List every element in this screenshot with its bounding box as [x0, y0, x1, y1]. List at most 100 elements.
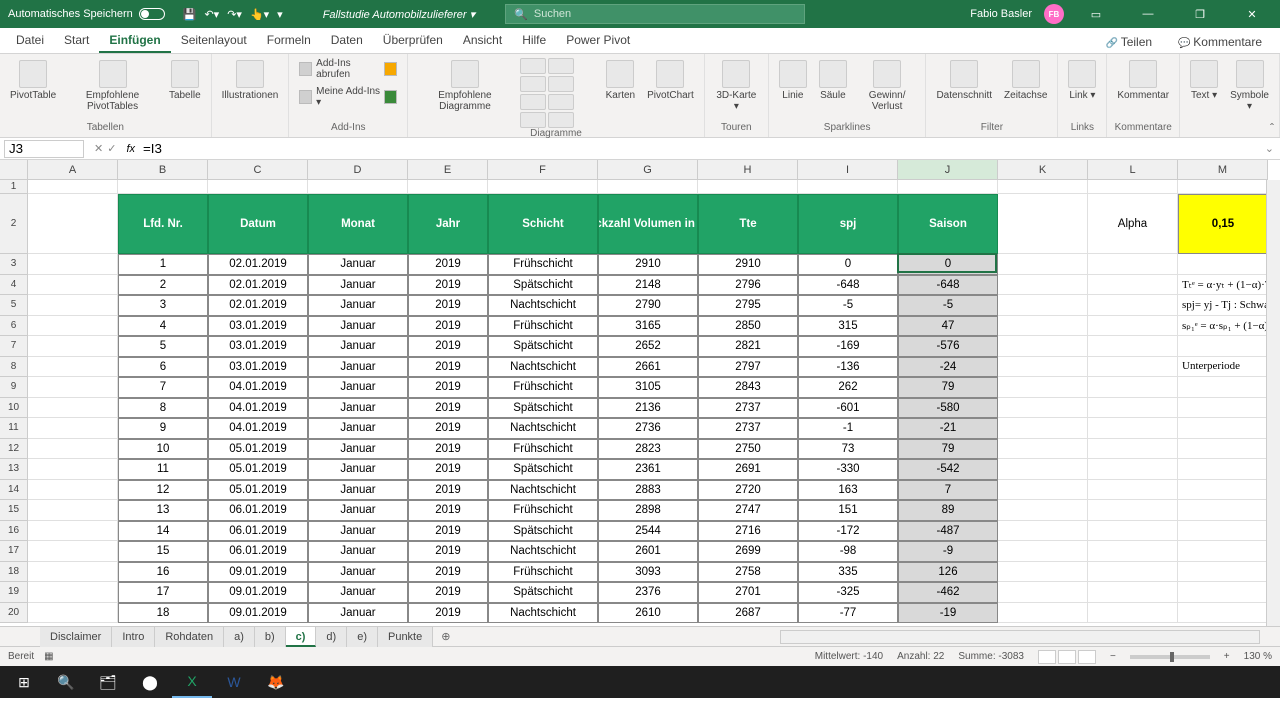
search-box[interactable]: 🔍 Suchen [505, 4, 805, 24]
table-cell[interactable]: Nachtschicht [488, 603, 598, 624]
table-cell[interactable]: 2019 [408, 316, 488, 337]
table-cell[interactable]: Januar [308, 316, 408, 337]
sheet-tab-Rohdaten[interactable]: Rohdaten [155, 627, 224, 647]
row-header-12[interactable]: 12 [0, 439, 28, 460]
tab-datei[interactable]: Datei [6, 29, 54, 53]
add-sheet-button[interactable]: ⊕ [433, 630, 458, 643]
row-header-15[interactable]: 15 [0, 500, 28, 521]
table-cell[interactable]: Spätschicht [488, 582, 598, 603]
table-cell-saison[interactable]: 89 [898, 500, 998, 521]
table-cell[interactable]: 2019 [408, 521, 488, 542]
table-cell[interactable]: 2821 [698, 336, 798, 357]
customize-qat-icon[interactable]: ▾ [277, 8, 283, 21]
table-cell[interactable]: Spätschicht [488, 521, 598, 542]
table-cell[interactable]: Frühschicht [488, 439, 598, 460]
table-cell[interactable]: 2737 [698, 398, 798, 419]
table-cell[interactable]: 2544 [598, 521, 698, 542]
table-cell[interactable]: 1 [118, 254, 208, 275]
table-cell[interactable]: 2720 [698, 480, 798, 501]
zoom-in-icon[interactable]: + [1224, 651, 1230, 662]
table-cell-saison[interactable]: 47 [898, 316, 998, 337]
table-cell[interactable]: 16 [118, 562, 208, 583]
minimize-icon[interactable]: — [1128, 0, 1168, 28]
table-cell[interactable]: 2019 [408, 254, 488, 275]
table-cell[interactable]: 2601 [598, 541, 698, 562]
combo-chart-icon[interactable] [520, 112, 546, 128]
table-cell-saison[interactable]: 79 [898, 439, 998, 460]
table-cell[interactable]: 2910 [598, 254, 698, 275]
table-cell[interactable]: 3093 [598, 562, 698, 583]
table-cell[interactable]: 2795 [698, 295, 798, 316]
table-cell[interactable]: Januar [308, 480, 408, 501]
table-cell[interactable]: 2019 [408, 398, 488, 419]
user-name[interactable]: Fabio Basler [970, 8, 1032, 20]
table-cell[interactable]: Nachtschicht [488, 357, 598, 378]
table-cell[interactable]: 2376 [598, 582, 698, 603]
table-cell[interactable]: 2687 [698, 603, 798, 624]
table-cell-saison[interactable]: -19 [898, 603, 998, 624]
table-cell[interactable]: Nachtschicht [488, 418, 598, 439]
table-cell[interactable]: 11 [118, 459, 208, 480]
table-cell[interactable]: -5 [798, 295, 898, 316]
table-cell[interactable]: 03.01.2019 [208, 316, 308, 337]
table-cell[interactable]: Januar [308, 254, 408, 275]
column-header-E[interactable]: E [408, 160, 488, 180]
table-cell[interactable]: 2823 [598, 439, 698, 460]
sheet-tab-Intro[interactable]: Intro [112, 627, 155, 647]
table-cell[interactable]: 2850 [698, 316, 798, 337]
recommended-charts-button[interactable]: Empfohlene Diagramme [414, 58, 515, 114]
normal-view-icon[interactable] [1038, 650, 1056, 664]
table-cell[interactable]: 06.01.2019 [208, 500, 308, 521]
word-taskbar-icon[interactable]: W [214, 666, 254, 698]
table-cell[interactable]: 2701 [698, 582, 798, 603]
table-cell[interactable]: 3105 [598, 377, 698, 398]
table-cell[interactable]: 03.01.2019 [208, 357, 308, 378]
table-cell[interactable]: Januar [308, 459, 408, 480]
table-cell[interactable]: 2691 [698, 459, 798, 480]
table-cell[interactable]: 2661 [598, 357, 698, 378]
table-cell[interactable]: Januar [308, 418, 408, 439]
table-cell[interactable]: 2699 [698, 541, 798, 562]
table-cell[interactable]: 335 [798, 562, 898, 583]
table-cell[interactable]: 05.01.2019 [208, 480, 308, 501]
table-cell-saison[interactable]: 79 [898, 377, 998, 398]
table-cell[interactable]: 3 [118, 295, 208, 316]
cancel-formula-icon[interactable]: ✕ [94, 142, 103, 155]
table-cell[interactable]: -648 [798, 275, 898, 296]
table-cell[interactable]: 05.01.2019 [208, 459, 308, 480]
row-header-7[interactable]: 7 [0, 336, 28, 357]
pivottable-button[interactable]: PivotTable [6, 58, 60, 103]
ribbon-display-icon[interactable]: ▭ [1076, 0, 1116, 28]
tab-hilfe[interactable]: Hilfe [512, 29, 556, 53]
alpha-value[interactable]: 0,15 [1178, 194, 1268, 254]
sheet-tab-d[interactable]: d) [316, 627, 347, 647]
table-cell[interactable]: 2 [118, 275, 208, 296]
table-cell[interactable]: 10 [118, 439, 208, 460]
table-cell[interactable]: 06.01.2019 [208, 541, 308, 562]
table-cell[interactable]: Januar [308, 521, 408, 542]
page-break-view-icon[interactable] [1078, 650, 1096, 664]
surface-chart-icon[interactable] [548, 112, 574, 128]
autosave-toggle[interactable]: Automatisches Speichern [0, 8, 173, 20]
user-avatar[interactable]: FB [1044, 4, 1064, 24]
slicer-button[interactable]: Datenschnitt [932, 58, 996, 103]
table-cell[interactable]: Nachtschicht [488, 480, 598, 501]
table-cell[interactable]: 09.01.2019 [208, 603, 308, 624]
tab-daten[interactable]: Daten [321, 29, 373, 53]
table-cell-saison[interactable]: 7 [898, 480, 998, 501]
collapse-ribbon-icon[interactable]: ˆ [1270, 121, 1274, 135]
comments-button[interactable]: Kommentare [1170, 31, 1270, 53]
table-cell[interactable]: 2910 [698, 254, 798, 275]
column-header-D[interactable]: D [308, 160, 408, 180]
row-header-4[interactable]: 4 [0, 275, 28, 296]
table-cell[interactable]: 2019 [408, 418, 488, 439]
column-header-M[interactable]: M [1178, 160, 1268, 180]
table-cell-saison[interactable]: -580 [898, 398, 998, 419]
table-cell[interactable]: 04.01.2019 [208, 398, 308, 419]
table-cell[interactable]: 9 [118, 418, 208, 439]
table-cell[interactable]: 2843 [698, 377, 798, 398]
row-header-3[interactable]: 3 [0, 254, 28, 275]
table-cell[interactable]: Spätschicht [488, 336, 598, 357]
table-cell[interactable]: 13 [118, 500, 208, 521]
table-cell[interactable]: -1 [798, 418, 898, 439]
